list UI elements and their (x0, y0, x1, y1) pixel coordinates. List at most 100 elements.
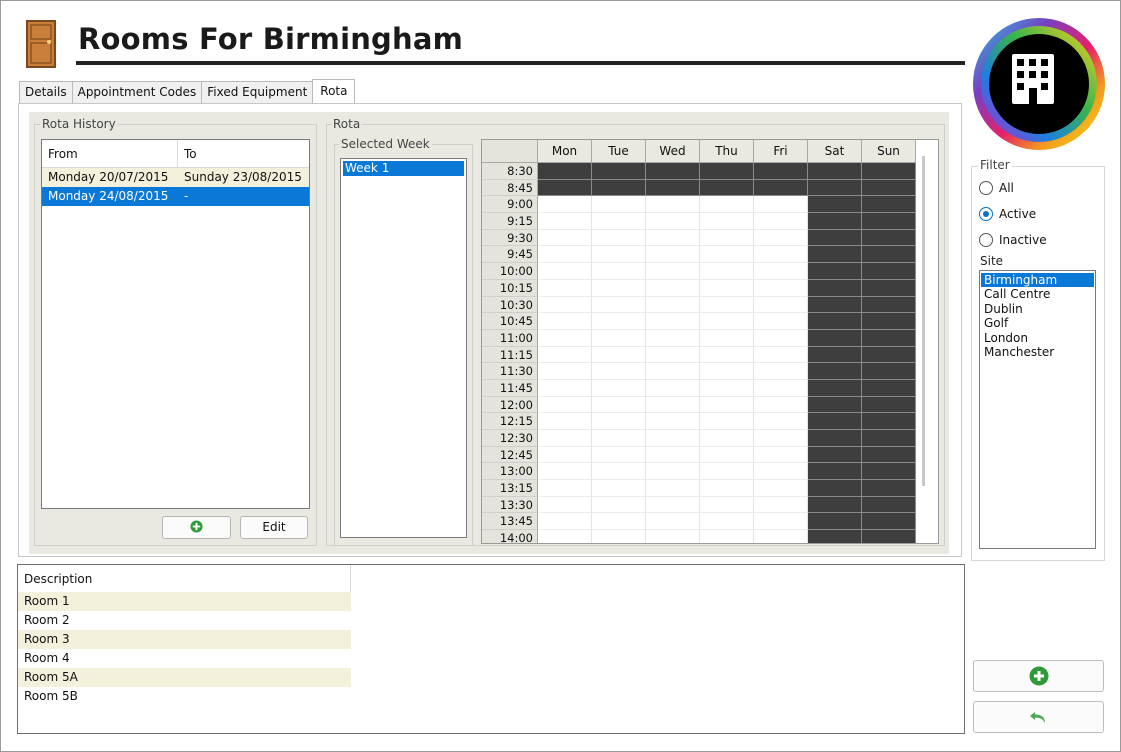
slot-unavailable[interactable] (808, 480, 862, 497)
slot-unavailable[interactable] (808, 213, 862, 230)
slot-available[interactable] (538, 446, 592, 464)
column-header-description[interactable]: Description (18, 565, 351, 593)
room-row[interactable]: Room 1 (18, 592, 351, 611)
slot-unavailable[interactable] (646, 163, 700, 180)
undo-button[interactable] (973, 701, 1104, 733)
slot-available[interactable] (754, 329, 808, 347)
slot-unavailable[interactable] (862, 413, 916, 430)
slot-available[interactable] (592, 496, 646, 514)
slot-available[interactable] (538, 379, 592, 397)
slot-available[interactable] (592, 263, 646, 280)
column-header-to[interactable]: To (178, 140, 203, 167)
slot-available[interactable] (700, 229, 754, 247)
room-row[interactable]: Room 4 (18, 649, 351, 668)
slot-unavailable[interactable] (592, 179, 646, 197)
slot-available[interactable] (592, 413, 646, 430)
tab-appointment-codes[interactable]: Appointment Codes (71, 81, 203, 103)
slot-unavailable[interactable] (808, 279, 862, 297)
grid-scrollbar[interactable] (922, 156, 925, 486)
slot-available[interactable] (754, 229, 808, 247)
slot-available[interactable] (538, 246, 592, 264)
slot-available[interactable] (754, 246, 808, 264)
room-row[interactable]: Room 5A (18, 668, 351, 687)
slot-available[interactable] (538, 530, 592, 543)
selected-week-list[interactable]: Week 1 (340, 158, 467, 538)
slot-unavailable[interactable] (808, 296, 862, 314)
slot-available[interactable] (592, 396, 646, 414)
slot-available[interactable] (592, 430, 646, 447)
slot-available[interactable] (538, 463, 592, 481)
rota-history-row[interactable]: Monday 20/07/2015 Sunday 23/08/2015 (42, 168, 309, 187)
add-room-button[interactable] (973, 660, 1104, 692)
slot-available[interactable] (646, 363, 700, 380)
slot-available[interactable] (646, 463, 700, 481)
slot-unavailable[interactable] (862, 379, 916, 397)
room-row[interactable]: Room 3 (18, 630, 351, 649)
slot-available[interactable] (754, 346, 808, 364)
rota-grid[interactable]: Mon Tue Wed Thu Fri Sat Sun 8:30 8:45 9:00 9:15 9:… (481, 139, 939, 544)
slot-available[interactable] (538, 396, 592, 414)
slot-available[interactable] (592, 346, 646, 364)
site-list[interactable]: Birmingham Call Centre Dublin Golf London Man… (979, 270, 1096, 549)
rota-history-row[interactable]: Monday 24/08/2015 - (42, 187, 309, 206)
site-item[interactable]: Manchester (981, 345, 1094, 359)
slot-available[interactable] (592, 379, 646, 397)
slot-unavailable[interactable] (862, 246, 916, 264)
filter-inactive-radio[interactable]: Inactive (979, 233, 1047, 247)
slot-available[interactable] (592, 229, 646, 247)
slot-available[interactable] (700, 363, 754, 380)
slot-unavailable[interactable] (808, 463, 862, 481)
slot-available[interactable] (754, 263, 808, 280)
slot-unavailable[interactable] (808, 313, 862, 330)
tab-fixed-equipment[interactable]: Fixed Equipment (201, 81, 314, 103)
slot-available[interactable] (754, 196, 808, 214)
slot-unavailable[interactable] (862, 513, 916, 531)
slot-available[interactable] (700, 379, 754, 397)
slot-available[interactable] (538, 413, 592, 430)
slot-available[interactable] (646, 413, 700, 430)
slot-unavailable[interactable] (808, 413, 862, 430)
slot-unavailable[interactable] (754, 179, 808, 197)
slot-available[interactable] (700, 213, 754, 230)
room-row[interactable]: Room 5B (18, 687, 351, 706)
slot-available[interactable] (646, 496, 700, 514)
slot-available[interactable] (646, 480, 700, 497)
tab-details[interactable]: Details (19, 81, 73, 103)
slot-available[interactable] (592, 530, 646, 543)
slot-available[interactable] (592, 296, 646, 314)
slot-available[interactable] (646, 279, 700, 297)
slot-available[interactable] (700, 430, 754, 447)
slot-unavailable[interactable] (862, 463, 916, 481)
slot-unavailable[interactable] (862, 196, 916, 214)
slot-unavailable[interactable] (808, 446, 862, 464)
slot-available[interactable] (592, 279, 646, 297)
slot-unavailable[interactable] (862, 430, 916, 447)
slot-available[interactable] (754, 430, 808, 447)
slot-available[interactable] (700, 246, 754, 264)
slot-available[interactable] (700, 396, 754, 414)
slot-available[interactable] (700, 463, 754, 481)
slot-available[interactable] (700, 313, 754, 330)
slot-available[interactable] (538, 279, 592, 297)
slot-unavailable[interactable] (646, 179, 700, 197)
slot-available[interactable] (646, 430, 700, 447)
rota-grid-body[interactable]: 8:30 8:45 9:00 9:15 9:30 9:45 10:00 10:15 10:30 1… (482, 163, 918, 543)
slot-available[interactable] (538, 430, 592, 447)
slot-unavailable[interactable] (808, 246, 862, 264)
week-item[interactable]: Week 1 (343, 161, 464, 176)
slot-available[interactable] (754, 413, 808, 430)
rooms-list[interactable]: Description Room 1 Room 2 Room 3 Room 4 Room… (17, 564, 965, 734)
slot-available[interactable] (592, 213, 646, 230)
slot-unavailable[interactable] (808, 196, 862, 214)
slot-available[interactable] (646, 313, 700, 330)
slot-unavailable[interactable] (808, 396, 862, 414)
slot-available[interactable] (538, 363, 592, 380)
slot-unavailable[interactable] (808, 179, 862, 197)
slot-available[interactable] (700, 496, 754, 514)
slot-available[interactable] (646, 446, 700, 464)
slot-unavailable[interactable] (700, 163, 754, 180)
slot-available[interactable] (700, 530, 754, 543)
slot-available[interactable] (754, 463, 808, 481)
slot-available[interactable] (646, 513, 700, 531)
slot-available[interactable] (646, 296, 700, 314)
